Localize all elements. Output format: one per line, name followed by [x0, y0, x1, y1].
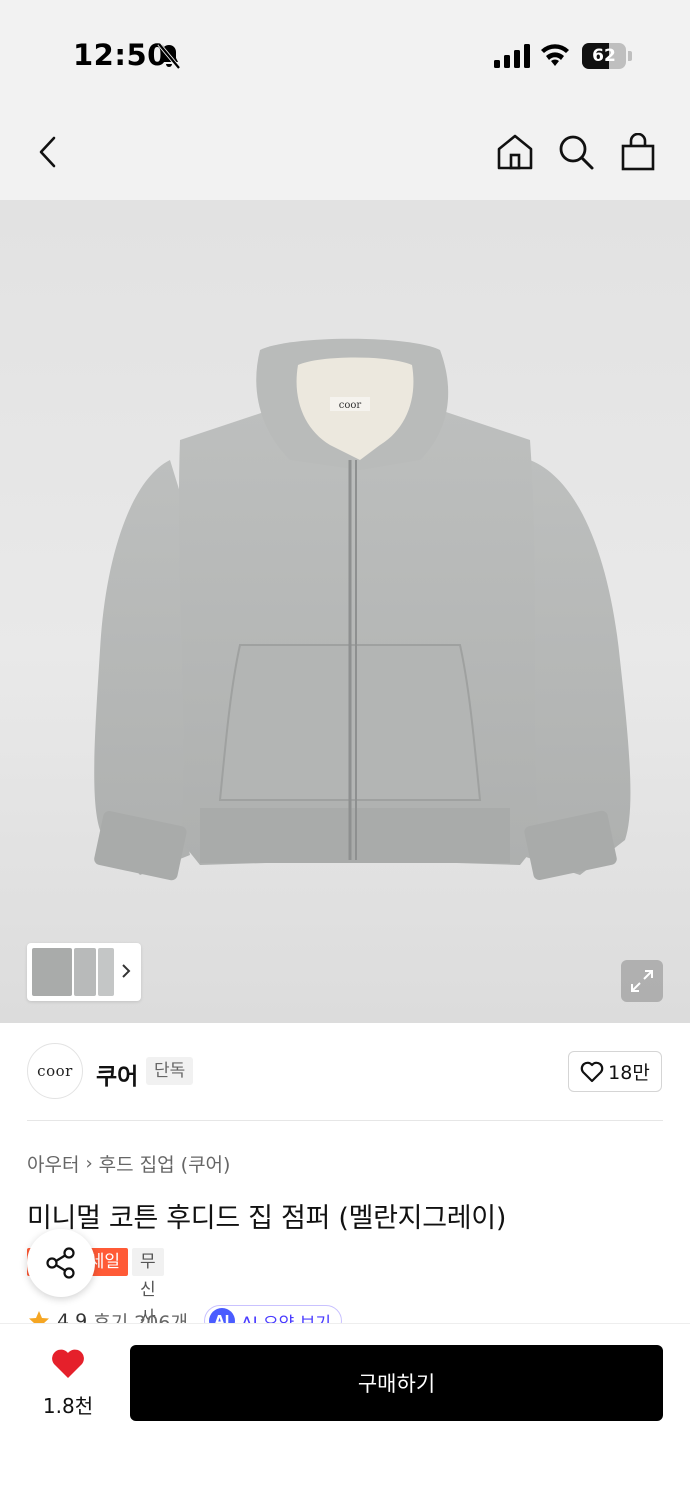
divider: [27, 1120, 663, 1121]
breadcrumb-separator-icon: ›: [85, 1153, 93, 1174]
status-time: 12:50: [73, 38, 168, 72]
share-button[interactable]: [27, 1229, 95, 1297]
wifi-icon: [541, 44, 569, 66]
share-icon: [46, 1247, 75, 1279]
status-bar: 12:50 62: [0, 0, 690, 100]
shopping-bag-icon: [621, 133, 655, 171]
thumbnail-3[interactable]: [98, 948, 114, 996]
search-button[interactable]: [554, 130, 598, 174]
battery-icon: 62: [582, 43, 632, 69]
battery-level: 62: [592, 46, 616, 66]
brand-like-button[interactable]: 18만: [568, 1051, 662, 1092]
breadcrumb-category[interactable]: 아우터: [27, 1150, 79, 1177]
back-chevron-icon: [39, 136, 56, 168]
product-image: coor: [94, 338, 631, 881]
back-button[interactable]: [26, 130, 70, 174]
exclusive-tag: 무신사단독: [132, 1248, 164, 1384]
cart-button[interactable]: [616, 130, 660, 174]
bottom-action-bar: 1.8천 구매하기: [0, 1324, 690, 1500]
search-icon: [559, 135, 594, 170]
top-nav-bar: [0, 100, 690, 200]
brand-row: coor 쿠어 단독 18만: [0, 1023, 690, 1120]
brand-logo[interactable]: coor: [27, 1043, 83, 1099]
favorite-count: 1.8천: [42, 1394, 94, 1418]
signal-icon: [494, 44, 530, 68]
brand-like-count: 18만: [608, 1062, 650, 1084]
hoodie-label: coor: [339, 400, 362, 411]
breadcrumb: 아우터 › 후드 집업 (쿠어): [27, 1150, 230, 1177]
thumbnail-2[interactable]: [74, 948, 96, 996]
expand-image-button[interactable]: [621, 960, 663, 1002]
thumbnail-1[interactable]: [32, 948, 72, 996]
brand-exclusive-badge: 단독: [146, 1057, 194, 1085]
product-title: 미니멀 코튼 후디드 집 점퍼 (멜란지그레이): [27, 1203, 507, 1234]
home-button[interactable]: [493, 130, 537, 174]
bell-off-icon: [157, 42, 181, 70]
thumbnail-strip[interactable]: [27, 943, 141, 1001]
breadcrumb-subcategory[interactable]: 후드 집업 (쿠어): [99, 1150, 231, 1177]
favorite-button[interactable]: 1.8천: [40, 1348, 96, 1428]
home-icon: [497, 134, 533, 170]
thumbnail-more-chevron-icon: [122, 964, 131, 978]
expand-icon: [631, 970, 653, 992]
heart-outline-icon: [580, 1061, 604, 1082]
buy-button[interactable]: 구매하기: [130, 1345, 663, 1421]
heart-filled-icon: [52, 1349, 84, 1378]
product-image-gallery[interactable]: coor: [0, 200, 690, 1023]
brand-name[interactable]: 쿠어: [96, 1057, 138, 1091]
